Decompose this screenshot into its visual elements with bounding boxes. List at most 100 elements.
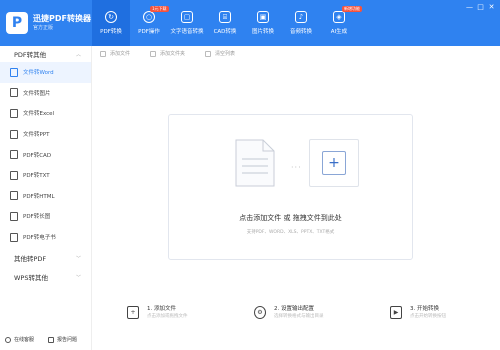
online-service-link[interactable]: 在线客服 xyxy=(5,336,34,343)
tab-cad[interactable]: ⌸ CAD转换 xyxy=(206,0,244,46)
tab-label: 图片转换 xyxy=(251,29,274,35)
audio-icon: ♪ xyxy=(295,11,307,23)
file-icon xyxy=(10,67,18,77)
minimize-icon[interactable]: — xyxy=(465,3,474,12)
tab-badge: 1元下载 xyxy=(150,6,169,12)
drop-hint-text: 点击添加文件 或 拖拽文件到此处 xyxy=(239,214,342,222)
sidebar-section-wps-to-other[interactable]: WPS转其他 ﹀ xyxy=(0,269,91,285)
tab-label: 音频转换 xyxy=(289,29,312,35)
feedback-icon xyxy=(48,336,55,343)
document-icon xyxy=(235,139,275,187)
tab-audio[interactable]: ♪ 音频转换 xyxy=(282,0,320,46)
tab-pdf-convert[interactable]: ↻ PDF转换 xyxy=(92,0,130,46)
tab-label: PDF操作 xyxy=(138,29,160,35)
image-icon: ▣ xyxy=(257,11,269,23)
tab-label: CAD转换 xyxy=(213,29,237,35)
app-brand: P 迅捷PDF转换器 官方正版 xyxy=(0,0,92,46)
button-label: 添加文件夹 xyxy=(160,51,186,57)
sidebar-section-other-to-pdf[interactable]: 其他转PDF ﹀ xyxy=(0,250,91,266)
button-label: 清空列表 xyxy=(215,51,236,57)
step-subtitle: 点击开始转换按钮 xyxy=(410,314,446,319)
tab-pdf-operate[interactable]: 1元下载 ○ PDF操作 xyxy=(130,0,169,46)
voice-icon: ▢ xyxy=(181,11,193,23)
add-folder-button[interactable]: 添加文件夹 xyxy=(150,50,185,57)
sidebar-item-label: PDF转电子书 xyxy=(23,235,56,242)
add-file-target[interactable]: + xyxy=(309,139,359,187)
html-file-icon xyxy=(10,191,18,201)
cad-file-icon xyxy=(10,150,18,160)
sidebar-item-label: 文件转图片 xyxy=(23,90,51,97)
clear-list-button[interactable]: 清空列表 xyxy=(205,50,235,57)
close-icon[interactable]: ✕ xyxy=(487,3,496,12)
app-version: 官方正版 xyxy=(33,25,54,31)
sidebar-item-label: PDF转HTML xyxy=(23,193,55,200)
app-logo-icon: P xyxy=(6,12,28,34)
sidebar-item-label: PDF转长图 xyxy=(23,214,51,221)
sidebar-item-label: PDF转TXT xyxy=(23,173,50,180)
start-icon: ▶ xyxy=(390,306,402,319)
ai-icon: ◈ xyxy=(333,11,345,23)
section-label: PDF转其他 xyxy=(14,51,47,59)
step-add-file: + 1. 添加文件 点击添加或拖拽文件 xyxy=(127,305,188,320)
sidebar: PDF转其他 ︿ 文件转Word 文件转图片 文件转Excel 文件转PPT P… xyxy=(0,46,92,350)
main-nav: ↻ PDF转换 1元下载 ○ PDF操作 ▢ 文字语音转换 ⌸ CAD转换 ▣ … xyxy=(92,0,362,46)
section-label: 其他转PDF xyxy=(14,255,47,264)
headset-icon xyxy=(5,336,11,343)
tab-label: AI生成 xyxy=(330,29,348,35)
feedback-link[interactable]: 报告问题 xyxy=(48,336,77,343)
chevron-down-icon: ﹀ xyxy=(75,255,81,262)
tab-label: 文字语音转换 xyxy=(170,29,204,35)
sidebar-item-label: PDF转CAD xyxy=(23,152,52,159)
folder-icon xyxy=(150,50,157,57)
add-file-icon xyxy=(100,50,106,57)
supported-formats-text: 支持PDF、WORD、XLS、PPTX、TXT格式 xyxy=(246,230,335,235)
window-controls: — □ ✕ xyxy=(465,3,496,12)
link-label: 在线客服 xyxy=(14,337,35,343)
tab-image[interactable]: ▣ 图片转换 xyxy=(244,0,282,46)
add-files-button[interactable]: 添加文件 xyxy=(100,50,130,57)
file-drop-zone[interactable]: ··· + 点击添加文件 或 拖拽文件到此处 支持PDF、WORD、XLS、PP… xyxy=(168,114,413,260)
title-bar: P 迅捷PDF转换器 官方正版 ↻ PDF转换 1元下载 ○ PDF操作 ▢ 文… xyxy=(0,0,500,46)
excel-file-icon xyxy=(10,108,18,118)
step-output-settings: ⚙ 2. 设置输出配置 选择转换格式与输出目录 xyxy=(254,305,324,320)
step-subtitle: 点击添加或拖拽文件 xyxy=(147,314,188,319)
sidebar-item-to-long-image[interactable]: PDF转长图 xyxy=(0,206,91,227)
step-subtitle: 选择转换格式与输出目录 xyxy=(274,314,324,319)
tab-label: PDF转换 xyxy=(100,29,122,35)
arrow-dots-icon: ··· xyxy=(291,163,302,172)
ppt-file-icon xyxy=(10,129,18,139)
link-label: 报告问题 xyxy=(57,337,78,343)
sidebar-item-to-image[interactable]: 文件转图片 xyxy=(0,83,91,104)
ebook-file-icon xyxy=(10,232,18,242)
chevron-up-icon: ︿ xyxy=(75,51,81,58)
sidebar-item-to-excel[interactable]: 文件转Excel xyxy=(0,103,91,124)
tab-badge: 新增功能 xyxy=(342,6,362,12)
section-label: WPS转其他 xyxy=(14,274,48,283)
sidebar-item-to-word[interactable]: 文件转Word xyxy=(0,62,91,83)
sidebar-item-label: 文件转Word xyxy=(23,70,54,77)
pdf-operate-icon: ○ xyxy=(143,11,155,23)
step-title: 2. 设置输出配置 xyxy=(274,306,314,312)
sidebar-section-pdf-to-other[interactable]: PDF转其他 ︿ xyxy=(0,46,91,62)
sidebar-item-to-cad[interactable]: PDF转CAD xyxy=(0,144,91,165)
plus-icon: + xyxy=(322,151,346,175)
long-image-icon xyxy=(10,211,18,221)
pdf-convert-icon: ↻ xyxy=(105,11,117,23)
step-title: 1. 添加文件 xyxy=(147,306,176,312)
gear-icon: ⚙ xyxy=(254,306,266,319)
sidebar-item-to-html[interactable]: PDF转HTML xyxy=(0,186,91,207)
conversion-steps: + 1. 添加文件 点击添加或拖拽文件 ⚙ 2. 设置输出配置 选择转换格式与输… xyxy=(92,305,500,340)
step-start-convert: ▶ 3. 开始转换 点击开始转换按钮 xyxy=(390,305,446,320)
sidebar-item-to-ppt[interactable]: 文件转PPT xyxy=(0,124,91,145)
add-file-icon: + xyxy=(127,306,139,319)
tab-voice[interactable]: ▢ 文字语音转换 xyxy=(168,0,206,46)
chevron-down-icon: ﹀ xyxy=(75,274,81,281)
tab-ai[interactable]: 新增功能 ◈ AI生成 xyxy=(320,0,362,46)
image-file-icon xyxy=(10,88,18,98)
step-title: 3. 开始转换 xyxy=(410,306,439,312)
trash-icon xyxy=(205,50,212,57)
bottom-links: 在线客服 报告问题 xyxy=(5,336,77,343)
maximize-icon[interactable]: □ xyxy=(476,3,485,12)
sidebar-item-to-ebook[interactable]: PDF转电子书 xyxy=(0,227,91,248)
sidebar-item-to-txt[interactable]: PDF转TXT xyxy=(0,165,91,186)
